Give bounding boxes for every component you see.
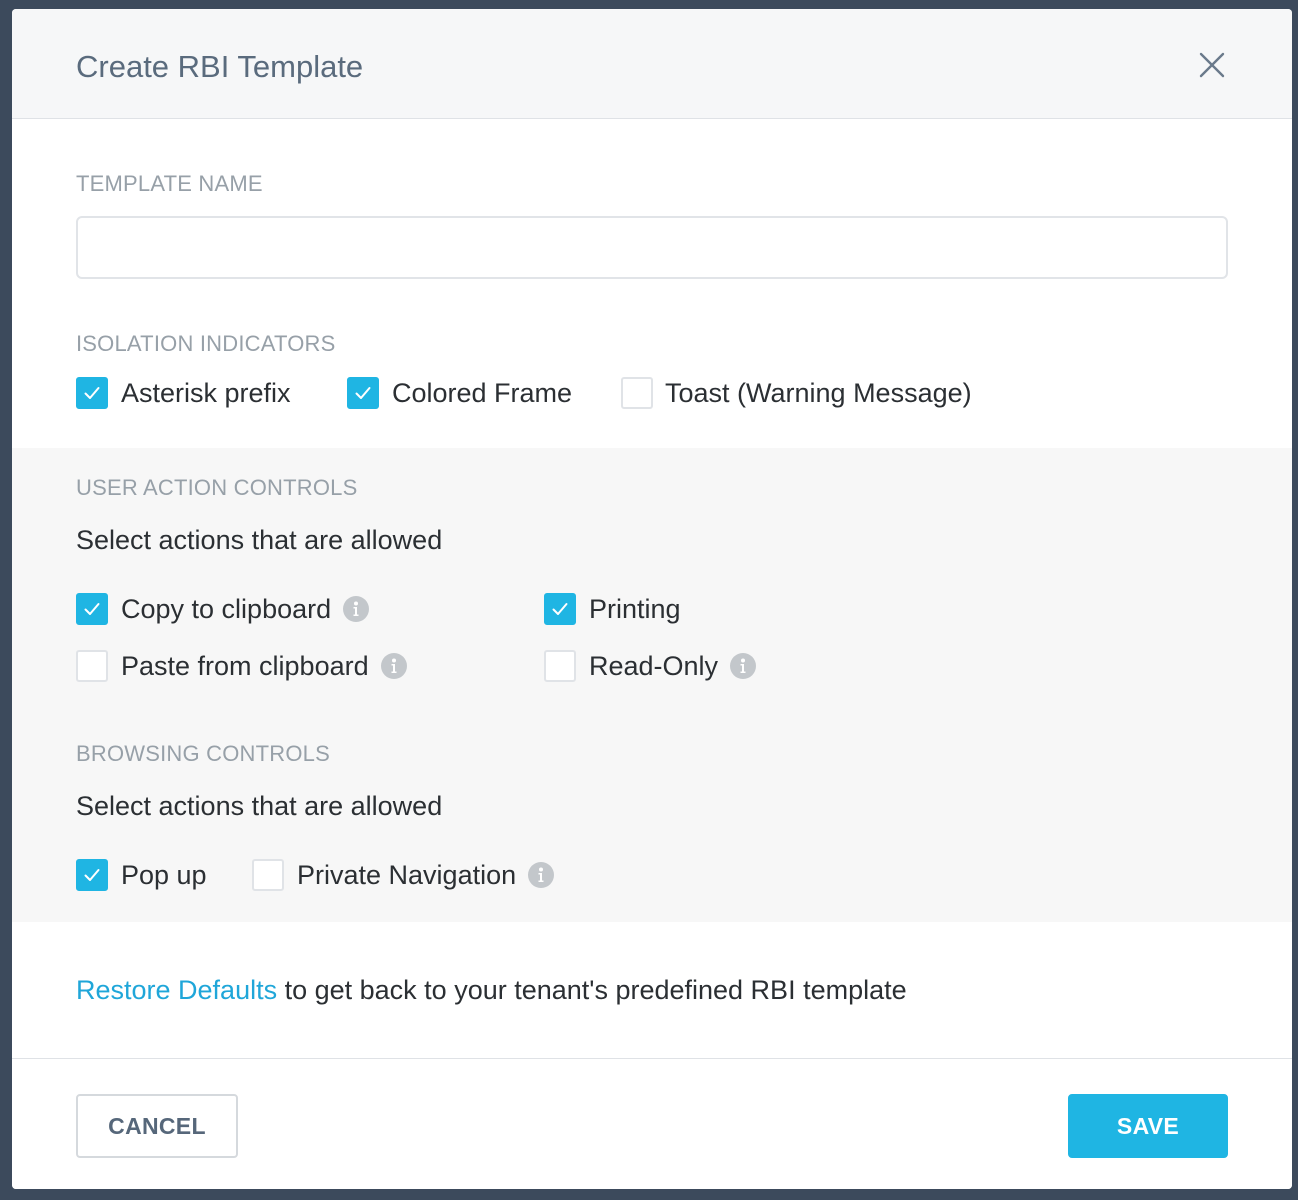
checkmark-icon: [355, 387, 371, 399]
paste-from-clipboard-option[interactable]: Paste from clipboard: [76, 649, 407, 683]
restore-defaults-row: Restore Defaults to get back to your ten…: [76, 975, 907, 1006]
private-navigation-checkbox[interactable]: [252, 859, 284, 891]
colored-frame-option[interactable]: Colored Frame: [347, 376, 572, 410]
restore-defaults-link[interactable]: Restore Defaults: [76, 975, 277, 1005]
checkmark-icon: [552, 603, 568, 615]
template-name-label: TEMPLATE NAME: [76, 171, 263, 196]
pop-up-checkbox[interactable]: [76, 859, 108, 891]
printing-option[interactable]: Printing: [544, 592, 681, 626]
info-icon[interactable]: [343, 596, 370, 622]
paste-from-clipboard-label: Paste from clipboard: [121, 650, 369, 681]
info-icon[interactable]: [528, 862, 555, 888]
copy-to-clipboard-checkbox[interactable]: [76, 593, 108, 625]
asterisk-prefix-option[interactable]: Asterisk prefix: [76, 376, 291, 410]
template-name-input[interactable]: [76, 216, 1228, 279]
printing-label: Printing: [589, 593, 681, 624]
pop-up-option[interactable]: Pop up: [76, 858, 207, 892]
toast-warning-option[interactable]: Toast (Warning Message): [621, 376, 972, 410]
create-rbi-template-dialog: Create RBI Template TEMPLATE NAME ISOLAT…: [12, 9, 1292, 1189]
dialog-footer: CANCEL SAVE: [12, 1058, 1292, 1189]
checkmark-icon: [84, 387, 100, 399]
asterisk-prefix-checkbox[interactable]: [76, 377, 108, 409]
colored-frame-checkbox[interactable]: [347, 377, 379, 409]
save-button[interactable]: SAVE: [1068, 1094, 1228, 1158]
asterisk-prefix-label: Asterisk prefix: [121, 377, 291, 408]
toast-warning-checkbox[interactable]: [621, 377, 653, 409]
read-only-label: Read-Only: [589, 650, 719, 681]
controls-section: [12, 448, 1292, 922]
copy-to-clipboard-label: Copy to clipboard: [121, 593, 332, 624]
dialog-header: Create RBI Template: [12, 9, 1292, 119]
user-action-helper-text: Select actions that are allowed: [76, 525, 443, 555]
pop-up-label: Pop up: [121, 859, 207, 890]
info-icon[interactable]: [380, 653, 407, 679]
read-only-option[interactable]: Read-Only: [544, 649, 757, 683]
paste-from-clipboard-checkbox[interactable]: [76, 650, 108, 682]
private-navigation-label: Private Navigation: [297, 859, 517, 890]
dialog-title: Create RBI Template: [76, 49, 364, 84]
checkmark-icon: [84, 869, 100, 881]
checkmark-icon: [84, 603, 100, 615]
user-action-controls-label: USER ACTION CONTROLS: [76, 475, 358, 500]
browsing-helper-text: Select actions that are allowed: [76, 791, 443, 821]
info-icon[interactable]: [730, 653, 757, 679]
printing-checkbox[interactable]: [544, 593, 576, 625]
close-button[interactable]: [1196, 49, 1228, 81]
toast-warning-label: Toast (Warning Message): [665, 377, 972, 408]
restore-defaults-text: to get back to your tenant's predefined …: [277, 975, 907, 1005]
cancel-button[interactable]: CANCEL: [76, 1094, 238, 1158]
copy-to-clipboard-option[interactable]: Copy to clipboard: [76, 592, 370, 626]
close-icon: [1199, 52, 1225, 78]
private-navigation-option[interactable]: Private Navigation: [252, 858, 555, 892]
browsing-controls-label: BROWSING CONTROLS: [76, 741, 330, 766]
isolation-indicators-label: ISOLATION INDICATORS: [76, 331, 336, 356]
read-only-checkbox[interactable]: [544, 650, 576, 682]
colored-frame-label: Colored Frame: [392, 377, 573, 408]
